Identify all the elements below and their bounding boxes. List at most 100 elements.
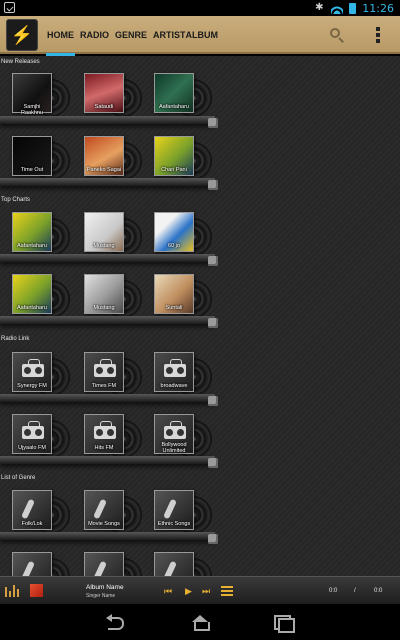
genre-card[interactable]: Ethnic Songs [154,490,212,538]
album-card[interactable]: Paneko Sagai [84,136,142,184]
album-title: Sataudi [94,104,114,110]
search-icon-handle [338,37,344,43]
genre-title: Movie Songs [88,521,120,527]
tab-genre[interactable]: GENRE [112,16,150,54]
radio-icon [22,421,44,439]
radio-icon [94,421,116,439]
shelf-more-button[interactable] [208,318,218,328]
album-card[interactable]: Time Out [12,136,70,184]
bluetooth-icon: ✱ [315,2,324,13]
album-title: Samjhi Raakhnu [20,104,44,116]
album-card[interactable]: Aafantaharu [154,73,212,121]
battery-icon [349,2,357,14]
album-title: Chari Pani [161,167,187,173]
genre-title: Folk/Lok [21,521,43,527]
search-button[interactable] [328,26,346,44]
radio-title: Bollywood Unlimited [161,442,187,454]
previous-track-icon[interactable]: ⏮ [164,585,172,597]
radio-card[interactable]: Times FM [84,352,142,400]
shelf [0,394,215,402]
tab-artist[interactable]: ARTIST [150,16,186,54]
radio-title: broadwave [160,383,188,389]
now-playing-thumbnail[interactable] [30,584,43,597]
album-card[interactable]: Samjhi Raakhnu [12,73,70,121]
album-card[interactable]: Chari Pani [154,136,212,184]
shelf-more-button[interactable] [208,458,218,468]
genre-card[interactable]: Folk/Lok [12,490,70,538]
shelf [0,254,215,262]
tab-radio[interactable]: RADIO [77,16,112,54]
shelf [0,316,215,324]
eq-bar [13,585,15,597]
search-icon [330,28,340,38]
section-title-list-of-genre: List of Genre [1,475,36,481]
home-icon[interactable] [190,613,210,631]
home-content[interactable]: New Releases Samjhi Raakhnu Sataudi Aafa… [0,56,400,576]
album-title: Aafantaharu [159,104,189,110]
album-card[interactable]: Mustang [84,212,142,260]
play-icon[interactable]: ▶ [185,585,192,597]
overflow-menu-button[interactable] [372,26,384,44]
eq-bar [9,591,11,597]
microphone-icon [93,498,107,520]
microphone-icon [93,560,107,576]
shelf-more-button[interactable] [208,396,218,406]
genre-card[interactable] [84,552,142,576]
genre-cover [12,552,52,576]
playlist-line [221,594,233,596]
equalizer-icon[interactable] [5,585,19,597]
section-title-new-releases: New Releases [1,59,40,65]
next-track-icon[interactable]: ⏭ [202,585,210,597]
album-card[interactable]: Sataudi [84,73,142,121]
shelf [0,456,215,464]
time-separator: / [354,588,356,594]
playlist-line [221,590,233,592]
genre-cover [154,552,194,576]
album-card[interactable]: Aafantaharu [12,212,70,260]
recent-apps-icon[interactable] [272,613,295,633]
album-card[interactable]: Mustang [84,274,142,322]
radio-card[interactable]: Bollywood Unlimited [154,414,212,462]
radio-card[interactable]: Ujyaalo FM [12,414,70,462]
shelf [0,116,215,124]
radio-card[interactable]: Synergy FM [12,352,70,400]
menu-dot-icon [376,27,380,31]
genre-title: Ethnic Songs [157,521,191,527]
radio-title: Hits FM [94,445,114,451]
album-title: Aafantaharu [17,305,47,311]
tab-home[interactable]: HOME [44,16,77,56]
radio-title: Ujyaalo FM [18,445,46,451]
section-title-top-charts: Top Charts [1,197,31,203]
album-card[interactable]: 60 jo [154,212,212,260]
playlist-icon[interactable] [221,586,233,596]
menu-dot-icon [376,33,380,37]
genre-card[interactable] [154,552,212,576]
eq-bar [5,587,7,597]
album-card[interactable]: Suntali [154,274,212,322]
playlist-line [221,586,233,588]
radio-title: Times FM [91,383,117,389]
shelf-more-button[interactable] [208,534,218,544]
tab-album[interactable]: ALBUM [186,16,222,54]
section-title-radio-link: Radio Link [1,336,30,342]
app-logo[interactable]: ⚡ [6,19,38,51]
system-navigation-bar [0,604,400,640]
genre-card[interactable] [12,552,70,576]
album-card[interactable]: Aafantaharu [12,274,70,322]
genre-card[interactable]: Movie Songs [84,490,142,538]
microphone-icon [163,560,177,576]
radio-icon [164,421,186,439]
radio-icon [164,359,186,377]
now-playing-album-name: Album Name [86,584,124,591]
back-icon[interactable] [106,613,126,631]
tab-strip: HOME RADIO GENRE ARTIST ALBUM [44,16,222,56]
shelf-more-button[interactable] [208,256,218,266]
album-title: 60 jo [168,243,180,249]
notification-check-icon [4,2,15,13]
radio-icon [22,359,44,377]
clock: 11:26 [362,1,394,15]
radio-card[interactable]: Hits FM [84,414,142,462]
radio-card[interactable]: broadwave [154,352,212,400]
shelf-more-button[interactable] [208,180,218,190]
shelf-more-button[interactable] [208,118,218,128]
